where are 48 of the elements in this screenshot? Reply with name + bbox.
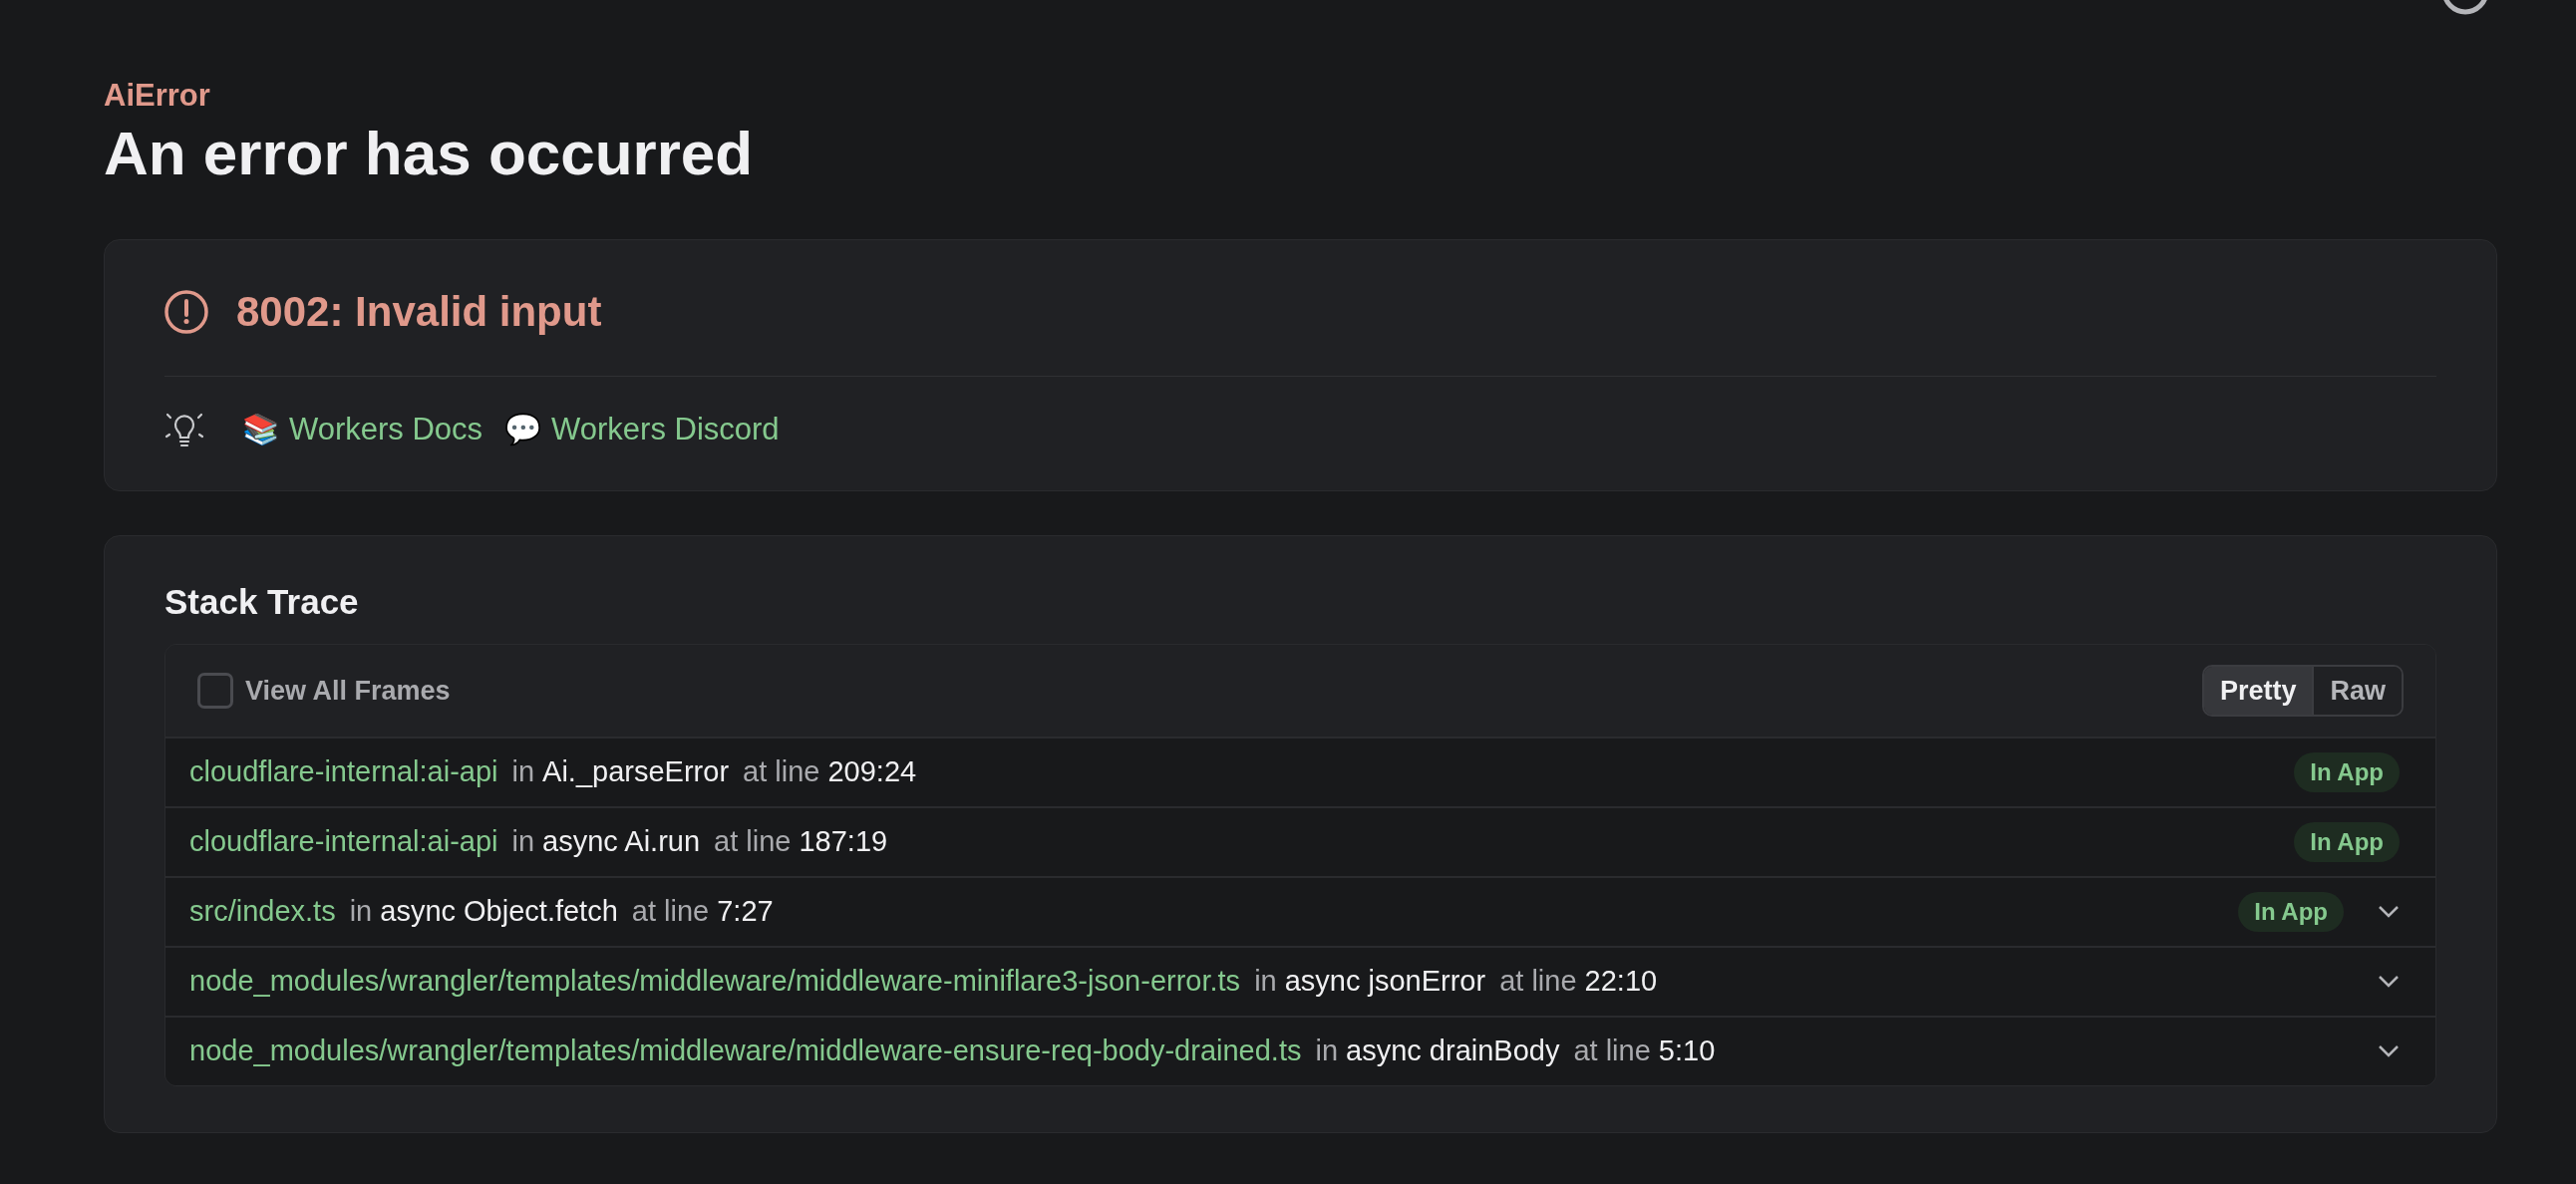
function-name: async Ai.run — [542, 824, 701, 860]
frame-label: in — [1254, 964, 1277, 1000]
view-all-frames-checkbox[interactable]: View All Frames — [197, 670, 451, 712]
format-tab[interactable]: Raw — [2312, 667, 2402, 715]
frame-label: at line — [1573, 1034, 1651, 1069]
in-app-badge: In App — [2294, 752, 2400, 792]
page-title: An error has occurred — [104, 118, 754, 189]
stack-frame-row[interactable]: src/index.ts in async Object.fetch at line 7:27 In App — [165, 876, 2435, 946]
frame-label: at line — [714, 824, 792, 860]
line-number: 7:27 — [717, 894, 774, 930]
stack-frame-row[interactable]: node_modules/wrangler/templates/middleware/middleware-miniflare3-json-error.ts in async jsonError at line 22:10 — [165, 946, 2435, 1016]
emoji-icon: 📚 — [242, 410, 279, 449]
line-number: 209:24 — [827, 754, 917, 790]
frame-label: in — [511, 824, 535, 860]
line-number: 5:10 — [1658, 1034, 1716, 1069]
line-number: 22:10 — [1584, 964, 1658, 1000]
frame-label: in — [1315, 1034, 1339, 1069]
frame-label: at line — [1499, 964, 1577, 1000]
file-path: node_modules/wrangler/templates/middleware/middleware-miniflare3-json-error.ts — [189, 964, 1241, 1000]
frame-label: at line — [631, 894, 710, 930]
error-message: 8002: Invalid input — [236, 287, 602, 337]
in-app-badge: In App — [2294, 822, 2400, 862]
stack-frame-row[interactable]: cloudflare-internal:ai-api in async Ai.run at line 187:19 In App — [165, 806, 2435, 876]
stack-frame-row[interactable]: cloudflare-internal:ai-api in Ai._parseError at line 209:24 In App — [165, 737, 2435, 806]
help-link[interactable]: 💬 Workers Discord — [504, 410, 780, 449]
function-name: async Object.fetch — [380, 894, 618, 930]
file-path: cloudflare-internal:ai-api — [189, 754, 498, 790]
error-type: AiError — [104, 77, 210, 115]
file-path: cloudflare-internal:ai-api — [189, 824, 498, 860]
function-name: async jsonError — [1284, 964, 1486, 1000]
chevron-down-icon[interactable] — [2378, 975, 2400, 989]
format-tab[interactable]: Pretty — [2203, 667, 2313, 715]
chevron-down-icon[interactable] — [2378, 905, 2400, 919]
section-title: Stack Trace — [164, 581, 359, 623]
function-name: Ai._parseError — [542, 754, 730, 790]
file-path: src/index.ts — [189, 894, 336, 930]
frame-label: at line — [743, 754, 820, 790]
line-number: 187:19 — [799, 824, 888, 860]
in-app-badge: In App — [2238, 892, 2344, 932]
chevron-down-icon[interactable] — [2378, 1044, 2400, 1058]
emoji-icon: 💬 — [504, 410, 542, 449]
alert-icon — [164, 290, 208, 334]
help-link[interactable]: 📚 Workers Docs — [242, 410, 483, 449]
frame-label: in — [349, 894, 373, 930]
function-name: async drainBody — [1346, 1034, 1560, 1069]
file-path: node_modules/wrangler/templates/middleware/middleware-ensure-req-body-drained.ts — [189, 1034, 1302, 1069]
frame-label: in — [511, 754, 535, 790]
stack-frame-row[interactable]: node_modules/wrangler/templates/middleware/middleware-ensure-req-body-drained.ts in async drainBody at line 5:10 — [165, 1016, 2435, 1085]
